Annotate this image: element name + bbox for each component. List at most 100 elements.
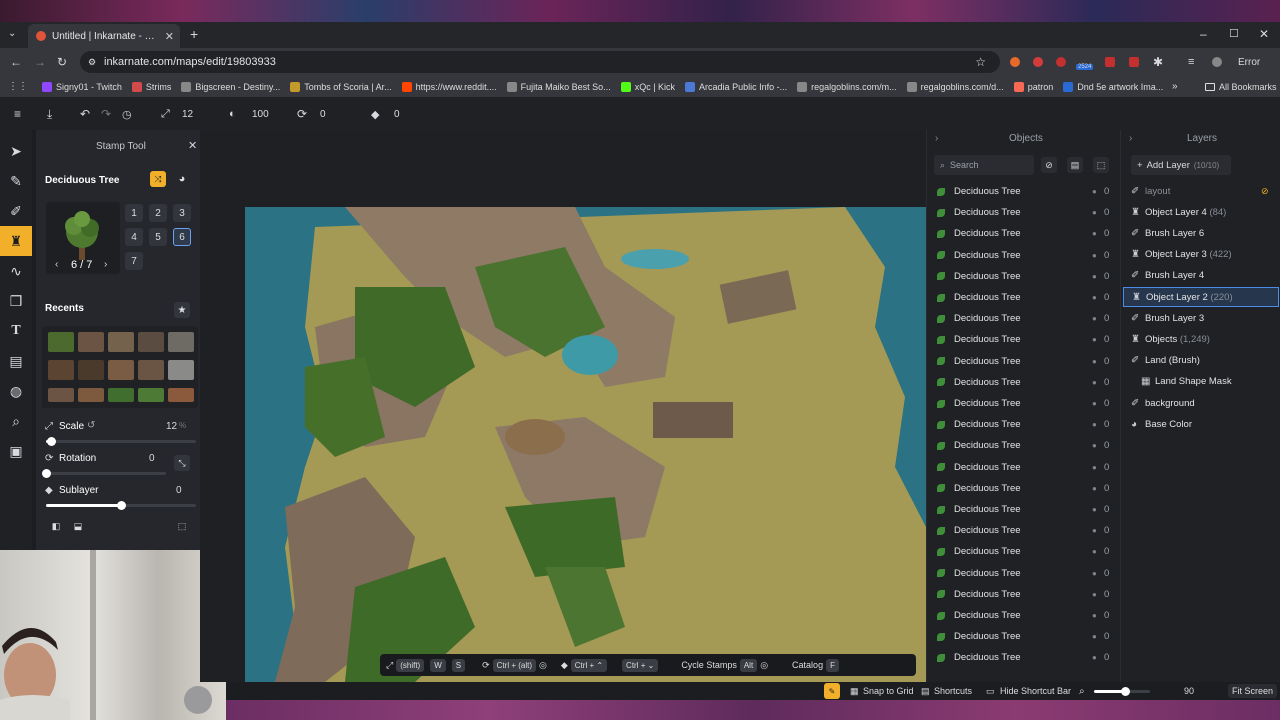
profile-icon[interactable]	[1212, 57, 1222, 67]
zoom-value[interactable]: 90	[1184, 686, 1194, 696]
variant-button-1[interactable]: 1	[125, 204, 143, 222]
eye-icon[interactable]: ●	[1092, 293, 1097, 302]
eye-icon[interactable]: ●	[1092, 187, 1097, 196]
bookmark-item[interactable]: patron	[1013, 81, 1053, 92]
layer-row[interactable]: ✐ Brush Layer 6	[1123, 223, 1279, 243]
zoom-slider-knob[interactable]	[1120, 687, 1130, 696]
variant-button-2[interactable]: 2	[149, 204, 167, 222]
reload-icon[interactable]: ↻	[57, 55, 67, 69]
more-bookmarks-icon[interactable]: »	[1172, 81, 1178, 92]
all-bookmarks-folder[interactable]: All Bookmarks	[1205, 82, 1277, 92]
object-row[interactable]: Deciduous Tree ● 0	[927, 605, 1121, 626]
eye-icon[interactable]: ●	[1092, 653, 1097, 662]
close-panel-icon[interactable]: ✕	[188, 139, 197, 152]
maximize-icon[interactable]: ☐	[1229, 27, 1239, 40]
object-row[interactable]: Deciduous Tree ● 0	[927, 329, 1121, 350]
close-window-icon[interactable]: ✕	[1259, 27, 1269, 41]
zoom-tool-icon[interactable]: ⌕	[0, 406, 32, 436]
eye-icon[interactable]: ●	[1092, 505, 1097, 514]
layer-row[interactable]: ♜ Objects (1,249)	[1123, 329, 1279, 349]
eye-icon[interactable]: ●	[1092, 547, 1097, 556]
flip-vertical-icon[interactable]: ⬓	[70, 518, 86, 534]
lock-icon[interactable]: ▤	[1067, 157, 1083, 173]
layer-row[interactable]: ♜ Object Layer 4 (84)	[1123, 202, 1279, 222]
brush-tool-icon[interactable]: ✐	[0, 196, 32, 226]
recent-stamp[interactable]	[138, 332, 164, 352]
history-icon[interactable]: ◷	[122, 108, 132, 121]
palette-icon[interactable]: ◕	[174, 171, 190, 187]
scale-value[interactable]: 12	[166, 421, 177, 432]
snap-toggle-icon[interactable]: ✎	[824, 683, 840, 699]
layer-row[interactable]: ✐ Brush Layer 4	[1123, 266, 1279, 286]
recent-stamp[interactable]	[108, 332, 134, 352]
text-tool-icon[interactable]: T	[0, 316, 32, 346]
extension-icon-4[interactable]	[1105, 57, 1115, 67]
layer-row[interactable]: ✐ layout	[1123, 181, 1279, 201]
bookmark-item[interactable]: xQc | Kick	[620, 81, 675, 92]
undo-icon[interactable]: ↶	[80, 107, 90, 121]
bookmark-item[interactable]: Arcadia Public Info -...	[685, 81, 787, 92]
rotation-slider[interactable]	[42, 469, 166, 478]
next-variant-icon[interactable]: ›	[104, 259, 107, 270]
fantasy-map-canvas[interactable]	[245, 207, 926, 682]
extension-icon-5[interactable]	[1129, 57, 1139, 67]
object-row[interactable]: Deciduous Tree ● 0	[927, 478, 1121, 499]
eye-icon[interactable]: ●	[1092, 314, 1097, 323]
variant-button-7[interactable]: 7	[125, 252, 143, 270]
bookmark-item[interactable]: Dnd 5e artwork Ima...	[1063, 81, 1163, 92]
back-icon[interactable]: ←	[10, 55, 22, 69]
recent-stamp[interactable]	[108, 388, 134, 402]
object-row[interactable]: Deciduous Tree ● 0	[927, 414, 1121, 435]
eye-icon[interactable]: ●	[1092, 272, 1097, 281]
add-layer-button[interactable]: + Add Layer (10/10)	[1131, 155, 1231, 175]
recent-stamp[interactable]	[48, 332, 74, 352]
eye-icon[interactable]: ●	[1092, 463, 1097, 472]
extension-icon-1[interactable]	[1010, 57, 1020, 67]
url-field[interactable]: ⚙ inkarnate.com/maps/edit/19803933 ☆	[80, 51, 1000, 73]
tab-list-icon[interactable]: ⌄	[8, 28, 16, 39]
object-row[interactable]: Deciduous Tree ● 0	[927, 541, 1121, 562]
layer-row[interactable]: ◕ Base Color	[1123, 414, 1279, 434]
site-info-icon[interactable]: ⚙	[88, 57, 96, 68]
notes-tool-icon[interactable]: ▤	[0, 346, 32, 376]
globe-tool-icon[interactable]: ◍	[0, 376, 32, 406]
layer-row[interactable]: ✐ Land (Brush)	[1123, 351, 1279, 371]
opacity-value[interactable]: 100	[252, 109, 269, 120]
scale-slider-knob[interactable]	[46, 437, 56, 446]
eye-icon[interactable]: ●	[1092, 378, 1097, 387]
eye-icon[interactable]: ●	[1092, 569, 1097, 578]
variant-button-6[interactable]: 6	[173, 228, 191, 246]
layer-offset-value[interactable]: 0	[394, 109, 400, 120]
object-row[interactable]: Deciduous Tree ● 0	[927, 372, 1121, 393]
object-row[interactable]: Deciduous Tree ● 0	[927, 499, 1121, 520]
object-row[interactable]: Deciduous Tree ● 0	[927, 202, 1121, 223]
reset-scale-icon[interactable]: ↺	[87, 420, 95, 431]
rotation-value[interactable]: 0	[149, 453, 155, 464]
recent-stamp[interactable]	[78, 388, 104, 402]
layer-row[interactable]: ♜ Object Layer 2 (220)	[1123, 287, 1279, 307]
recent-stamp[interactable]	[168, 360, 194, 380]
object-row[interactable]: Deciduous Tree ● 0	[927, 563, 1121, 584]
eye-icon[interactable]: ●	[1092, 441, 1097, 450]
eye-icon[interactable]: ●	[1092, 590, 1097, 599]
new-tab-icon[interactable]: +	[190, 26, 198, 42]
bookmark-item[interactable]: Tombs of Scoria | Ar...	[290, 81, 392, 92]
variant-button-5[interactable]: 5	[149, 228, 167, 246]
eye-icon[interactable]: ●	[1092, 251, 1097, 260]
forward-icon[interactable]: →	[34, 55, 46, 69]
sublayer-slider[interactable]	[46, 501, 196, 510]
snap-to-grid-label[interactable]: Snap to Grid	[863, 686, 914, 696]
objects-search-input[interactable]: ⌕ Search	[934, 155, 1034, 175]
bookmark-item[interactable]: Strims	[131, 81, 171, 92]
sublayer-value[interactable]: 0	[176, 485, 182, 496]
export-icon[interactable]: ⤓	[47, 107, 52, 122]
rotation-value[interactable]: 0	[320, 109, 326, 120]
variant-button-3[interactable]: 3	[173, 204, 191, 222]
stamp-tool-icon[interactable]: ♜	[0, 226, 32, 256]
random-stamp-icon[interactable]: ⤨	[150, 171, 166, 187]
object-row[interactable]: Deciduous Tree ● 0	[927, 181, 1121, 202]
shapes-tool-icon[interactable]: ❒	[0, 286, 32, 316]
object-row[interactable]: Deciduous Tree ● 0	[927, 647, 1121, 668]
hide-icon[interactable]: ⊘	[1041, 157, 1057, 173]
close-tab-icon[interactable]: ✕	[165, 30, 174, 43]
